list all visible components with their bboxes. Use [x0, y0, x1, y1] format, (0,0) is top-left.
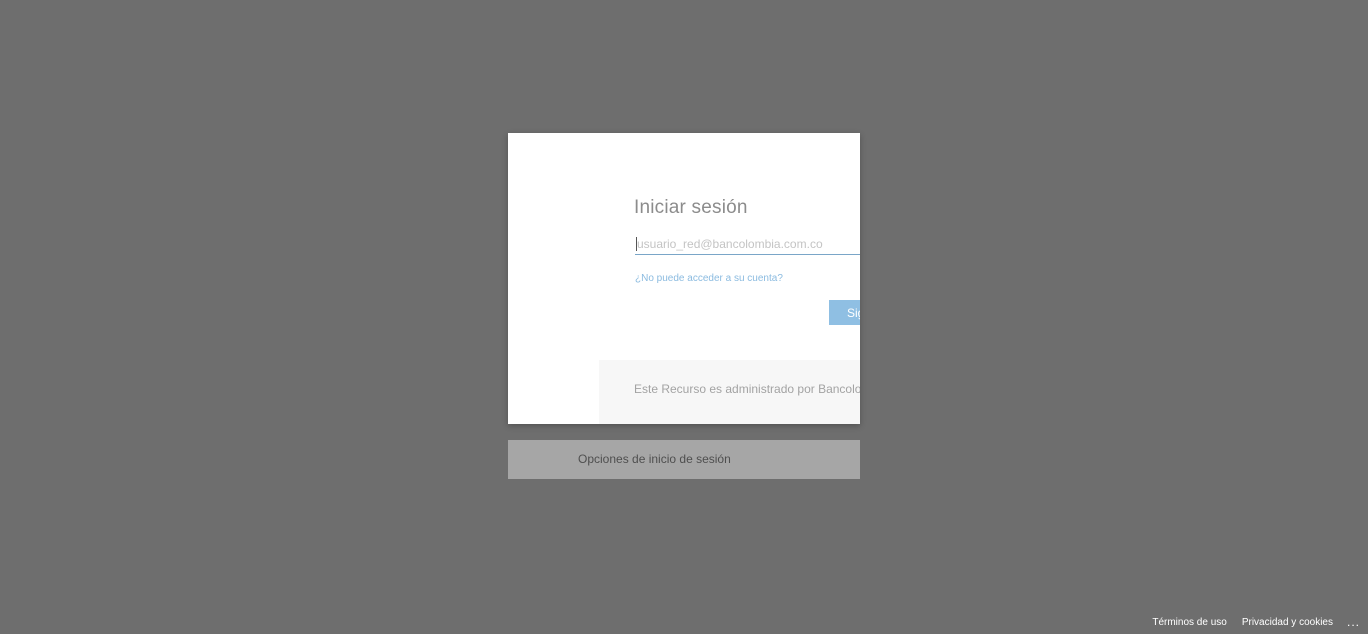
page-title: Iniciar sesión [634, 197, 748, 218]
page: Iniciar sesión ¿No puede acceder a su cu… [0, 0, 1368, 634]
card-footer: Este Recurso es administrado por Bancolo… [599, 360, 860, 424]
more-options-icon[interactable]: ... [1347, 616, 1360, 628]
managed-by-text: Este Recurso es administrado por Bancolo… [634, 382, 860, 396]
login-card: Iniciar sesión ¿No puede acceder a su cu… [508, 133, 860, 424]
signin-options-label: Opciones de inicio de sesión [578, 452, 731, 466]
privacy-link[interactable]: Privacidad y cookies [1242, 617, 1333, 628]
terms-link[interactable]: Términos de uso [1152, 617, 1226, 628]
email-field[interactable] [635, 233, 860, 255]
page-footer-links: Términos de uso Privacidad y cookies ... [1137, 615, 1360, 629]
cant-access-account-link[interactable]: ¿No puede acceder a su cuenta? [635, 273, 783, 284]
text-caret [636, 237, 637, 251]
signin-options-button[interactable]: Opciones de inicio de sesión [508, 440, 860, 479]
next-button[interactable]: Siguiente [829, 300, 860, 325]
